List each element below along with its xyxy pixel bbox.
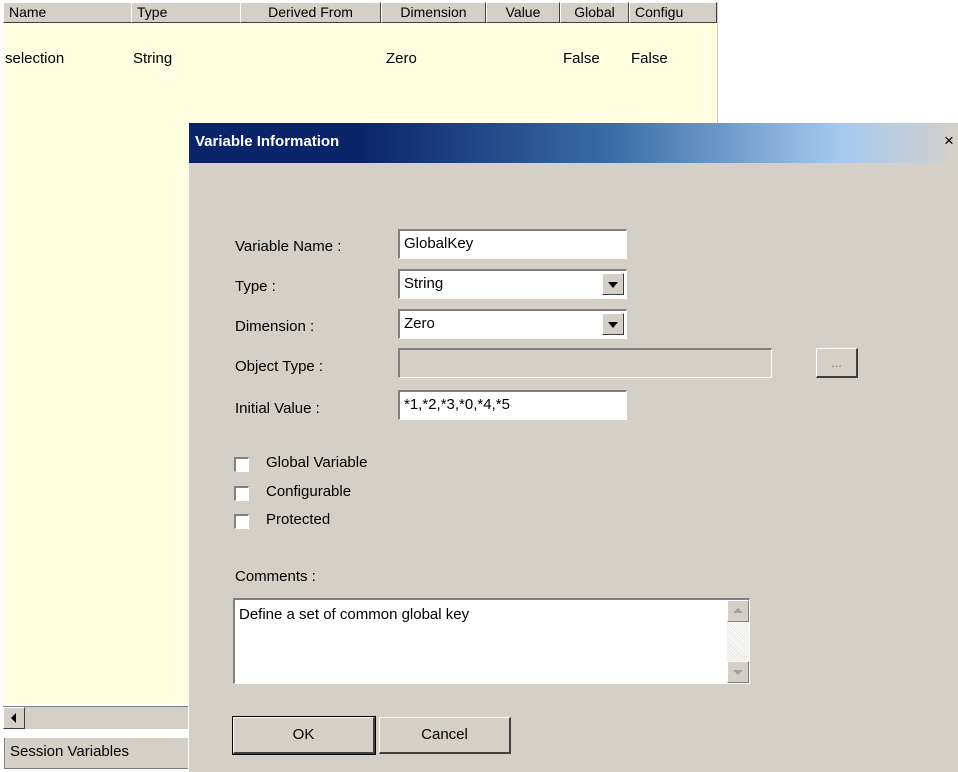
- global-variable-label[interactable]: Global Variable: [266, 454, 367, 471]
- comments-textarea[interactable]: Define a set of common global key: [233, 598, 750, 684]
- comments-label: Comments :: [235, 568, 316, 585]
- protected-label[interactable]: Protected: [266, 511, 330, 528]
- row-name-cell: selection: [5, 50, 65, 67]
- close-icon[interactable]: ×: [939, 131, 958, 151]
- comments-scrollbar[interactable]: [727, 600, 749, 683]
- initial-value-label: Initial Value :: [235, 400, 320, 417]
- object-type-browse-button[interactable]: ...: [816, 348, 858, 378]
- column-header-dimension[interactable]: Dimension: [381, 2, 486, 23]
- ok-button[interactable]: OK: [232, 716, 376, 755]
- column-header-type[interactable]: Type: [131, 2, 241, 23]
- comments-text: Define a set of common global key: [239, 606, 470, 623]
- row-type-cell: String: [133, 50, 173, 67]
- scroll-left-arrow-icon[interactable]: [3, 707, 25, 729]
- cancel-button[interactable]: Cancel: [379, 717, 511, 754]
- scroll-down-arrow-icon[interactable]: [727, 661, 749, 683]
- configurable-label[interactable]: Configurable: [266, 483, 351, 500]
- column-header-derived-from[interactable]: Derived From: [240, 2, 381, 23]
- dialog-titlebar[interactable]: Variable Information ×: [189, 123, 958, 163]
- dimension-select-value: Zero: [404, 315, 435, 332]
- variable-name-input[interactable]: GlobalKey: [398, 229, 627, 259]
- scroll-up-arrow-icon[interactable]: [727, 600, 749, 622]
- row-global-cell: False: [563, 50, 600, 67]
- configurable-checkbox[interactable]: [234, 486, 249, 501]
- column-header-global[interactable]: Global: [560, 2, 629, 23]
- row-dimension-cell: Zero: [386, 50, 417, 67]
- dimension-label: Dimension :: [235, 318, 315, 335]
- dialog-title: Variable Information: [195, 133, 340, 150]
- variable-name-label: Variable Name :: [235, 238, 342, 255]
- dimension-select[interactable]: Zero: [398, 309, 627, 339]
- type-select-value: String: [404, 275, 444, 292]
- tab-session-variables[interactable]: Session Variables: [4, 738, 193, 769]
- column-header-name[interactable]: Name: [3, 2, 132, 23]
- chevron-down-icon[interactable]: [602, 273, 624, 295]
- row-configurable-cell: False: [631, 50, 668, 67]
- table-header: Name Type Derived From Dimension Value G…: [3, 2, 717, 24]
- type-label: Type :: [235, 278, 276, 295]
- type-select[interactable]: String: [398, 269, 627, 299]
- column-header-configurable[interactable]: Configu: [629, 2, 717, 23]
- object-type-input: [398, 348, 772, 378]
- chevron-down-icon[interactable]: [602, 313, 624, 335]
- variable-information-dialog: Variable Information × Variable Name : G…: [188, 123, 958, 772]
- column-header-value[interactable]: Value: [486, 2, 560, 23]
- horizontal-scrollbar[interactable]: [3, 706, 193, 729]
- global-variable-checkbox[interactable]: [234, 457, 249, 472]
- initial-value-input[interactable]: *1,*2,*3,*0,*4,*5: [398, 390, 627, 420]
- protected-checkbox[interactable]: [234, 514, 249, 529]
- object-type-label: Object Type :: [235, 358, 324, 375]
